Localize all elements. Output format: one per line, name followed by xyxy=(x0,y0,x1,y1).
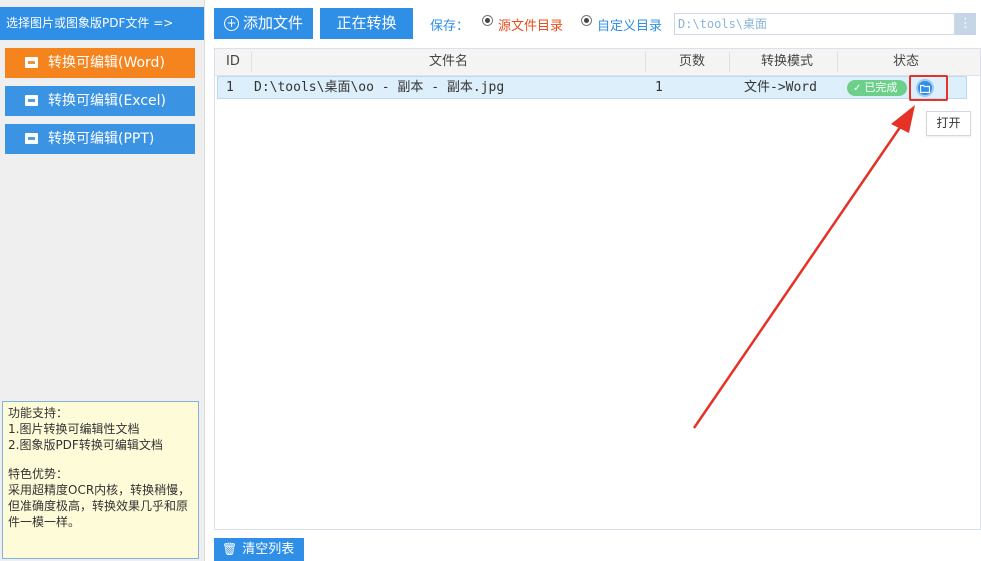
left-panel: 选择图片或图象版PDF文件 => 转换可编辑(Word) 转换可编辑(Excel… xyxy=(0,0,205,561)
annotation-highlight-box xyxy=(909,75,948,101)
open-tooltip: 打开 xyxy=(926,111,971,136)
cell-filename: D:\tools\桌面\oo - 副本 - 副本.jpg xyxy=(254,80,505,95)
features-title: 功能支持： xyxy=(8,406,69,420)
add-file-label: 添加文件 xyxy=(242,14,303,32)
add-file-button[interactable]: + 添加文件 xyxy=(214,8,313,39)
advantages-text: 采用超精度OCR内核，转换稍慢，但准确度极高，转换效果几乎和原件一模一样。 xyxy=(8,483,191,529)
header-id: ID xyxy=(226,54,240,69)
radio-source-label[interactable]: 源文件目录 xyxy=(498,15,563,34)
table-row[interactable]: 1 D:\tools\桌面\oo - 副本 - 副本.jpg 1 文件->Wor… xyxy=(217,76,967,99)
header-filename: 文件名 xyxy=(429,54,469,69)
document-icon xyxy=(25,133,38,144)
more-vertical-icon: ⋮ xyxy=(959,16,972,31)
convert-ppt-label: 转换可编辑(PPT) xyxy=(48,131,155,147)
clear-list-button[interactable]: 🗑 清空列表 xyxy=(214,538,304,561)
table-header: ID 文件名 页数 转换模式 状态 xyxy=(215,49,980,76)
status-label: 已完成 xyxy=(864,81,898,94)
document-icon xyxy=(25,57,38,68)
feature-info-box: 功能支持： 1.图片转换可编辑性文档 2.图象版PDF转换可编辑文档 特色优势：… xyxy=(2,401,199,559)
header-mode: 转换模式 xyxy=(761,54,814,69)
convert-ppt-button[interactable]: 转换可编辑(PPT) xyxy=(5,124,195,154)
converting-button[interactable]: 正在转换 xyxy=(320,8,413,39)
trash-icon: 🗑 xyxy=(222,542,238,556)
save-label: 保存： xyxy=(430,19,470,34)
output-path-input[interactable]: D:\tools\桌面 xyxy=(674,13,955,35)
document-icon xyxy=(25,95,38,106)
status-badge: ✓ 已完成 xyxy=(847,80,907,96)
convert-word-label: 转换可编辑(Word) xyxy=(48,55,165,71)
file-list-table: ID 文件名 页数 转换模式 状态 1 D:\tools\桌面\oo - 副本 … xyxy=(214,48,981,530)
plus-circle-icon: + xyxy=(223,16,239,31)
convert-word-button[interactable]: 转换可编辑(Word) xyxy=(5,48,195,78)
header-status: 状态 xyxy=(893,54,920,69)
cell-pages: 1 xyxy=(655,80,663,95)
radio-custom-directory[interactable] xyxy=(581,15,592,26)
clear-list-label: 清空列表 xyxy=(242,542,295,557)
convert-excel-label: 转换可编辑(Excel) xyxy=(48,93,167,109)
header-pages: 页数 xyxy=(679,54,706,69)
browse-path-button[interactable]: ⋮ xyxy=(955,13,976,35)
cell-mode: 文件->Word xyxy=(744,80,817,95)
feature-item: 1.图片转换可编辑性文档 xyxy=(8,422,140,436)
feature-item: 2.图象版PDF转换可编辑文档 xyxy=(8,438,163,452)
radio-custom-label[interactable]: 自定义目录 xyxy=(597,15,662,34)
check-icon: ✓ xyxy=(853,83,862,94)
cell-id: 1 xyxy=(226,80,234,95)
select-file-banner[interactable]: 选择图片或图象版PDF文件 => xyxy=(0,7,204,40)
radio-source-directory[interactable] xyxy=(482,15,493,26)
convert-excel-button[interactable]: 转换可编辑(Excel) xyxy=(5,86,195,116)
advantages-title: 特色优势： xyxy=(8,467,69,481)
